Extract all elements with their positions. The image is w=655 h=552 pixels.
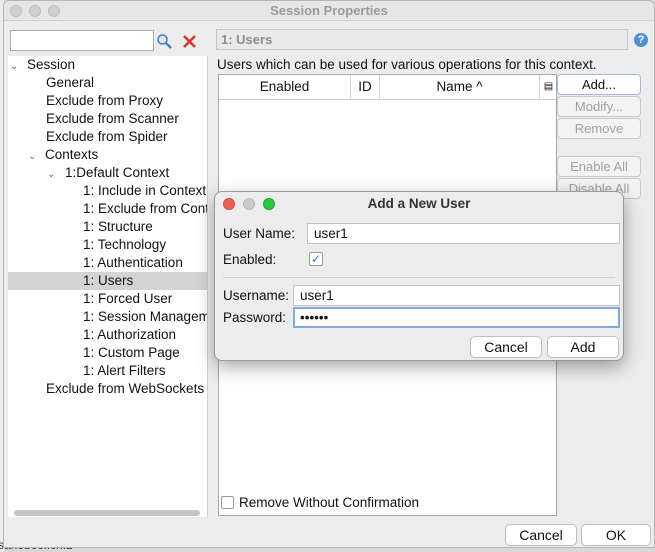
- tree-search-input[interactable]: [10, 30, 154, 51]
- tree-item-forced-user[interactable]: 1: Forced User: [83, 290, 172, 308]
- tree-item-exclude-spider[interactable]: Exclude from Spider: [46, 128, 168, 146]
- tree-item-session-management[interactable]: 1: Session Management: [83, 308, 207, 326]
- enabled-label: Enabled:: [223, 252, 277, 267]
- tree-item-exclude-context[interactable]: 1: Exclude from Context: [83, 200, 207, 218]
- enabled-checkbox[interactable]: ✓: [309, 252, 323, 266]
- tree-item-include-context[interactable]: 1: Include in Context: [83, 182, 206, 200]
- user-name-field[interactable]: user1: [307, 223, 620, 244]
- search-icon[interactable]: [154, 31, 174, 51]
- remove-user-button[interactable]: Remove: [557, 118, 641, 139]
- add-user-button[interactable]: Add...: [557, 74, 641, 95]
- chevron-down-icon[interactable]: ⌄: [10, 58, 22, 76]
- column-header-name[interactable]: Name ^: [380, 75, 540, 100]
- modify-user-button[interactable]: Modify...: [557, 96, 641, 117]
- password-label: Password:: [223, 310, 287, 325]
- tree-item-exclude-scanner[interactable]: Exclude from Scanner: [46, 110, 179, 128]
- tree-item-session[interactable]: ⌄ Session: [10, 56, 75, 74]
- dialog-cancel-button[interactable]: Cancel: [470, 336, 542, 358]
- close-icon[interactable]: [179, 31, 199, 51]
- session-tree: ⌄ Session General Exclude from Proxy Excl…: [8, 56, 208, 517]
- dialog-title: Add a New User: [367, 196, 471, 211]
- tree-item-authentication[interactable]: 1: Authentication: [83, 254, 183, 272]
- tree-item-custom-page[interactable]: 1: Custom Page: [83, 344, 180, 362]
- users-table-header: Enabled ID Name ^ ▤: [219, 75, 556, 100]
- password-field[interactable]: ••••••: [293, 307, 620, 328]
- chevron-down-icon[interactable]: ⌄: [28, 148, 40, 166]
- tree-item-exclude-proxy[interactable]: Exclude from Proxy: [46, 92, 163, 110]
- tree-item-structure[interactable]: 1: Structure: [83, 218, 153, 236]
- panel-title: 1: Users: [216, 29, 628, 50]
- remove-without-confirmation-checkbox[interactable]: [221, 496, 234, 509]
- tree-item-authorization[interactable]: 1: Authorization: [83, 326, 176, 344]
- tree-item-users[interactable]: 1: Users: [8, 272, 207, 290]
- window-titlebar: Session Properties: [4, 1, 654, 21]
- cancel-button[interactable]: Cancel: [505, 524, 577, 546]
- tree-item-alert-filters[interactable]: 1: Alert Filters: [83, 362, 166, 380]
- tree-item-default-context[interactable]: ⌄ 1:Default Context: [47, 164, 169, 182]
- add-user-dialog: Add a New User User Name: user1 Enabled:…: [214, 191, 624, 361]
- tree-item-contexts[interactable]: ⌄ Contexts: [28, 146, 98, 164]
- panel-description: Users which can be used for various oper…: [217, 57, 597, 72]
- enable-all-button[interactable]: Enable All: [557, 156, 641, 177]
- column-header-id[interactable]: ID: [351, 75, 380, 100]
- ok-button[interactable]: OK: [581, 524, 651, 546]
- username-field[interactable]: user1: [293, 285, 620, 306]
- chevron-down-icon[interactable]: ⌄: [47, 166, 59, 184]
- window-title: Session Properties: [270, 3, 388, 18]
- tree-horizontal-scrollbar[interactable]: [14, 510, 200, 516]
- user-name-label: User Name:: [223, 226, 296, 241]
- tree-item-technology[interactable]: 1: Technology: [83, 236, 166, 254]
- tree-item-exclude-websockets[interactable]: Exclude from WebSockets: [46, 380, 204, 398]
- column-header-enabled[interactable]: Enabled: [219, 75, 351, 100]
- dialog-separator: [223, 277, 615, 278]
- tree-item-general[interactable]: General: [46, 74, 94, 92]
- help-icon[interactable]: ?: [634, 33, 648, 47]
- dialog-add-button[interactable]: Add: [547, 336, 619, 358]
- column-options-icon[interactable]: ▤: [540, 75, 557, 100]
- remove-without-confirmation-option[interactable]: Remove Without Confirmation: [221, 495, 419, 510]
- username-label: Username:: [223, 288, 290, 303]
